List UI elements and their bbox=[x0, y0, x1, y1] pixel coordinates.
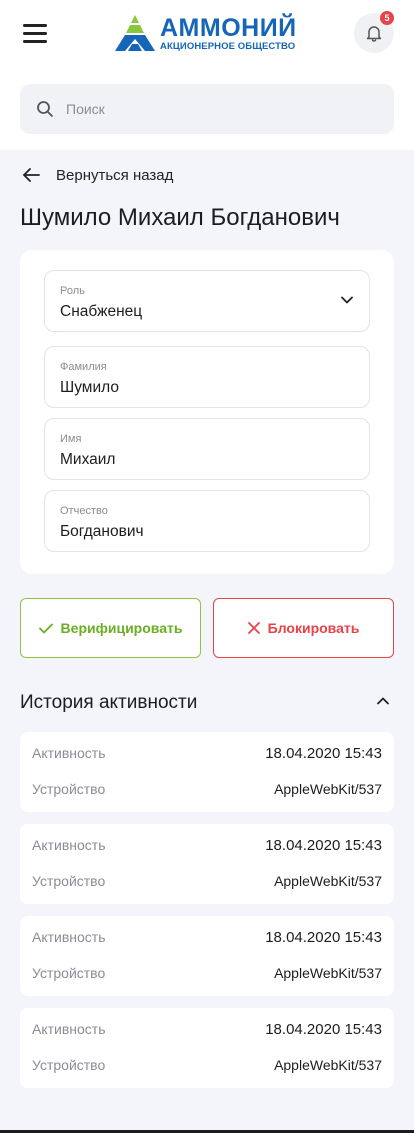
device-label: Устройство bbox=[32, 873, 106, 889]
device-value: AppleWebKit/537 bbox=[274, 1057, 382, 1073]
top-bar: АММОНИЙ АКЦИОНЕРНОЕ ОБЩЕСТВО 5 bbox=[0, 0, 414, 150]
search-input[interactable] bbox=[66, 84, 376, 134]
activity-value: 18.04.2020 15:43 bbox=[265, 1021, 382, 1038]
notification-badge: 5 bbox=[380, 11, 394, 25]
last-name-value: Шумило bbox=[60, 379, 119, 396]
activity-card: Активность 18.04.2020 15:43 Устройство A… bbox=[20, 824, 394, 904]
company-logo[interactable]: АММОНИЙ АКЦИОНЕРНОЕ ОБЩЕСТВО bbox=[114, 14, 304, 54]
middle-name-field[interactable]: Отчество Богданович bbox=[44, 490, 370, 552]
activity-label: Активность bbox=[32, 1021, 106, 1037]
role-select[interactable]: Роль Снабженец bbox=[44, 270, 370, 332]
activity-label: Активность bbox=[32, 745, 106, 761]
activity-label: Активность bbox=[32, 929, 106, 945]
device-value: AppleWebKit/537 bbox=[274, 781, 382, 797]
activity-row: Активность 18.04.2020 15:43 bbox=[32, 929, 382, 949]
device-label: Устройство bbox=[32, 781, 106, 797]
activity-row: Активность 18.04.2020 15:43 bbox=[32, 837, 382, 857]
chevron-up-icon[interactable] bbox=[376, 696, 390, 706]
activity-value: 18.04.2020 15:43 bbox=[265, 929, 382, 946]
activity-value: 18.04.2020 15:43 bbox=[265, 837, 382, 854]
device-row: Устройство AppleWebKit/537 bbox=[32, 873, 382, 893]
search-icon bbox=[37, 101, 53, 117]
first-name-field[interactable]: Имя Михаил bbox=[44, 418, 370, 480]
device-row: Устройство AppleWebKit/537 bbox=[32, 965, 382, 985]
device-label: Устройство bbox=[32, 965, 106, 981]
activity-row: Активность 18.04.2020 15:43 bbox=[32, 745, 382, 765]
search-bar[interactable] bbox=[20, 84, 394, 134]
middle-name-label: Отчество bbox=[60, 505, 108, 517]
first-name-label: Имя bbox=[60, 433, 82, 445]
verify-button-label: Верифицировать bbox=[60, 620, 183, 636]
device-value: AppleWebKit/537 bbox=[274, 873, 382, 889]
hamburger-menu-icon[interactable] bbox=[23, 24, 49, 44]
activity-card: Активность 18.04.2020 15:43 Устройство A… bbox=[20, 732, 394, 812]
last-name-label: Фамилия bbox=[60, 361, 107, 373]
logo-subtitle: АКЦИОНЕРНОЕ ОБЩЕСТВО bbox=[160, 41, 296, 52]
device-label: Устройство bbox=[32, 1057, 106, 1073]
arrow-left-icon bbox=[23, 168, 40, 182]
block-button[interactable]: Блокировать bbox=[213, 598, 394, 658]
user-form-card: Роль Снабженец Фамилия Шумило Имя Михаил… bbox=[20, 250, 394, 574]
first-name-value: Михаил bbox=[60, 451, 116, 468]
activity-value: 18.04.2020 15:43 bbox=[265, 745, 382, 762]
device-row: Устройство AppleWebKit/537 bbox=[32, 1057, 382, 1077]
verify-button[interactable]: Верифицировать bbox=[20, 598, 201, 658]
activity-label: Активность bbox=[32, 837, 106, 853]
role-value: Снабженец bbox=[60, 303, 143, 320]
bell-icon bbox=[366, 26, 382, 42]
close-icon bbox=[247, 622, 260, 634]
chevron-down-icon bbox=[341, 296, 353, 304]
back-link-label: Вернуться назад bbox=[56, 166, 174, 184]
activity-row: Активность 18.04.2020 15:43 bbox=[32, 1021, 382, 1041]
back-link[interactable]: Вернуться назад bbox=[22, 164, 173, 186]
history-title: История активности bbox=[20, 692, 198, 713]
device-row: Устройство AppleWebKit/537 bbox=[32, 781, 382, 801]
last-name-field[interactable]: Фамилия Шумило bbox=[44, 346, 370, 408]
check-icon bbox=[38, 623, 53, 633]
block-button-label: Блокировать bbox=[267, 620, 360, 636]
logo-mark-icon bbox=[115, 15, 155, 51]
activity-card: Активность 18.04.2020 15:43 Устройство A… bbox=[20, 916, 394, 996]
page-title: Шумило Михаил Богданович bbox=[20, 204, 340, 231]
device-value: AppleWebKit/537 bbox=[274, 965, 382, 981]
role-label: Роль bbox=[60, 285, 85, 297]
activity-card: Активность 18.04.2020 15:43 Устройство A… bbox=[20, 1008, 394, 1088]
middle-name-value: Богданович bbox=[60, 523, 144, 540]
logo-name: АММОНИЙ bbox=[160, 14, 297, 42]
